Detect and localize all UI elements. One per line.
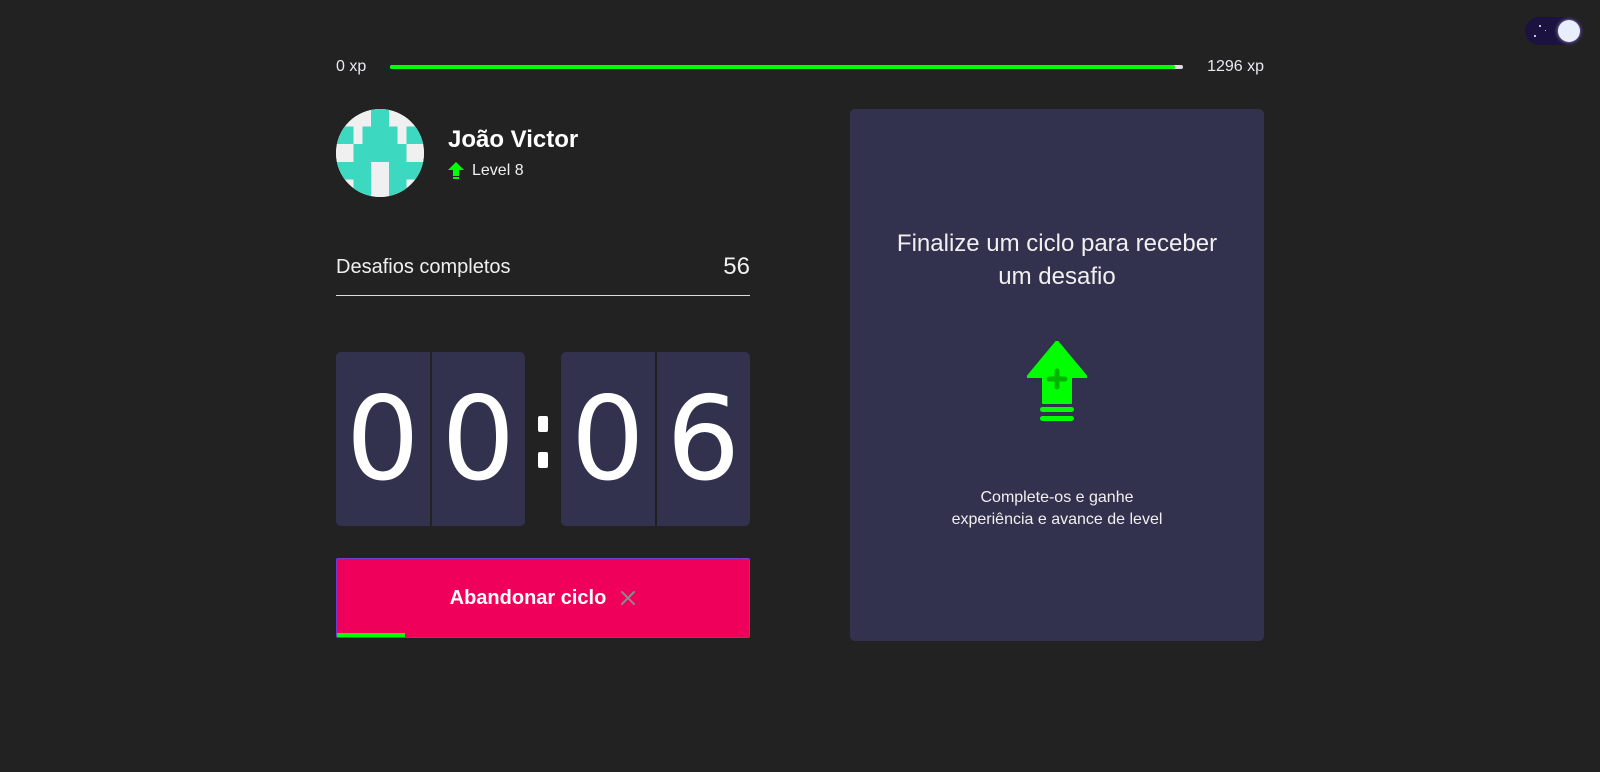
xp-max-label: 1296 xp (1207, 58, 1264, 75)
cycle-progress-bar (337, 633, 405, 637)
countdown: 0 0 0 6 (336, 352, 750, 526)
profile-info: João Victor Level 8 (448, 126, 578, 180)
colon-separator (525, 352, 561, 526)
completed-challenges-label: Desafios completos (336, 255, 511, 278)
abandon-cycle-label: Abandonar ciclo (449, 586, 607, 609)
xp-track (390, 65, 1184, 69)
avatar (336, 109, 424, 197)
abandon-cycle-button[interactable]: Abandonar ciclo (336, 558, 750, 638)
minute-digit-ones: 0 (429, 352, 526, 526)
challenge-description: Complete-os e ganhe experiência e avance… (927, 487, 1187, 531)
profile: João Victor Level 8 (336, 109, 750, 197)
second-digit-tens: 0 (570, 371, 645, 507)
level-up-arrow-icon (448, 162, 464, 179)
completed-challenges: Desafios completos 56 (336, 253, 750, 296)
completed-challenges-count: 56 (723, 253, 750, 280)
minute-digit-tens: 0 (345, 371, 420, 507)
theme-toggle[interactable] (1525, 17, 1583, 45)
second-digit-ones: 6 (654, 352, 751, 526)
experience-bar: 0 xp 1296 xp (336, 55, 1264, 79)
xp-min-label: 0 xp (336, 58, 367, 75)
star-icon (1534, 35, 1536, 37)
challenge-description-line1: Complete-os e ganhe (980, 489, 1134, 506)
identicon-avatar-icon (336, 109, 424, 197)
xp-fill (390, 65, 1176, 69)
challenge-description-line2: experiência e avance de level (951, 511, 1163, 528)
challenge-card: Finalize um ciclo para receber um desafi… (850, 109, 1264, 641)
user-name: João Victor (448, 126, 579, 153)
close-icon (621, 591, 636, 605)
star-icon (1545, 30, 1546, 31)
moon-icon (1558, 20, 1580, 42)
challenge-title: Finalize um ciclo para receber um desafi… (896, 230, 1218, 290)
level-row: Level 8 (448, 162, 578, 180)
minutes-box: 0 0 (336, 352, 525, 526)
star-icon (1539, 25, 1541, 27)
level-label: Level 8 (472, 162, 524, 179)
left-column: João Victor Level 8 Desafios completos 5… (336, 109, 750, 638)
seconds-box: 0 6 (561, 352, 750, 526)
level-up-icon (1027, 341, 1087, 421)
